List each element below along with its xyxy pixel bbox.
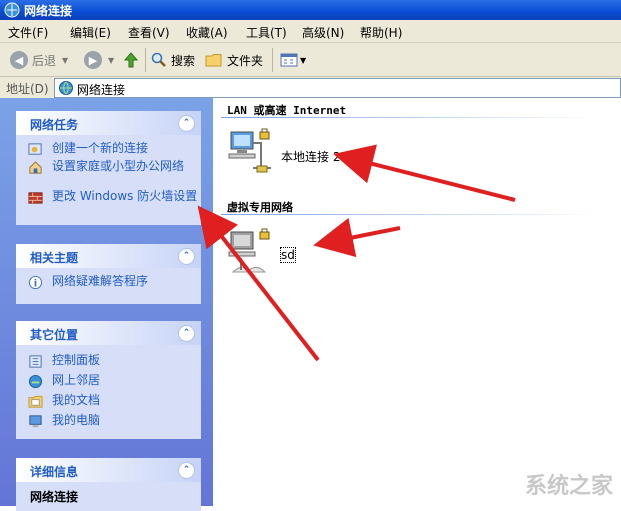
arrow-to-vpn-connection [313, 217, 401, 258]
arrow-to-firewall-task [197, 205, 320, 362]
arrow-to-local-connection [333, 144, 516, 202]
annotation-arrows [197, 144, 516, 362]
